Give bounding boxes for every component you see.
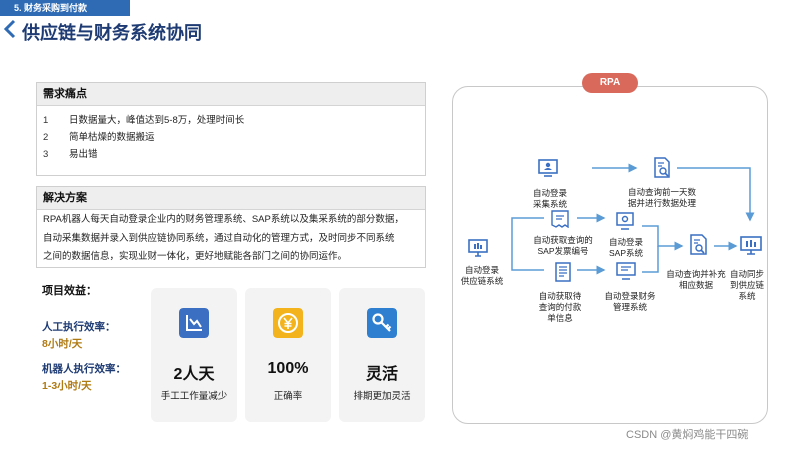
node-label-line: 管理系统	[612, 302, 647, 312]
node-label-line: 自动登录	[464, 265, 499, 275]
benefit-desc: 排期更加灵活	[353, 391, 411, 402]
chevron-left-icon	[3, 19, 16, 39]
node-login-sap: 自动登录 SAP系统	[598, 237, 654, 259]
list-item: 3 易出错	[43, 146, 419, 163]
monitor-icon	[740, 236, 762, 255]
node-label-line: 到供应链	[729, 280, 764, 290]
node-get-sap-invoice: 自动获取查询的 SAP发票编号	[526, 235, 600, 257]
node-login-finance: 自动登录财务 管理系统	[598, 291, 662, 313]
node-label-line: 相应数据	[678, 280, 713, 290]
node-login-collect: 自动登录 采集系统	[520, 188, 580, 210]
yen-coin-icon	[273, 308, 303, 338]
gear-monitor-icon	[616, 212, 634, 230]
node-label-line: 系统	[738, 291, 756, 301]
node-label-line: 自动登录	[532, 188, 567, 198]
node-query-prev-day: 自动查询前一天数 据并进行数据处理	[620, 187, 704, 209]
item-text: 易出错	[69, 149, 98, 160]
invoice-icon	[551, 210, 569, 228]
benefit-card: 100% 正确率	[245, 288, 331, 422]
item-text: 日数据量大，峰值达到5-8万，处理时间长	[69, 115, 245, 126]
node-label-line: 采集系统	[532, 199, 567, 209]
node-label-line: 自动登录财务	[604, 291, 656, 301]
node-query-supplement: 自动查询并补充 相应数据	[660, 269, 732, 291]
benefit-desc: 正确率	[273, 391, 303, 402]
chart-down-icon	[179, 308, 209, 338]
pain-points-list: 1 日数据量大，峰值达到5-8万，处理时间长 2 简单枯燥的数据搬运 3 易出错	[37, 106, 425, 163]
node-label-line: 据并进行数据处理	[627, 198, 696, 208]
pain-points-heading: 需求痛点	[37, 83, 425, 106]
solution-line: 自动采集数据并录入到供应链协同系统，通过自动化的管理方式，及时同步不同系统	[43, 232, 395, 244]
solution-body: RPA机器人每天自动登录企业内的财务管理系统、SAP系统以及集采系统的部分数据，…	[37, 210, 425, 267]
node-label-line: 查询的付款	[538, 302, 582, 312]
node-label-line: 自动获取查询的	[533, 235, 593, 245]
node-label-line: 自动获取待	[538, 291, 582, 301]
node-label-line: 自动查询前一天数	[627, 187, 696, 197]
benefit-value: 2人天	[173, 366, 215, 383]
solution-panel: 解决方案 RPA机器人每天自动登录企业内的财务管理系统、SAP系统以及集采系统的…	[36, 186, 426, 268]
manual-efficiency-label: 人工执行效率：	[42, 321, 116, 333]
finance-monitor-icon	[616, 262, 636, 280]
key-icon	[367, 308, 397, 338]
benefit-card: 灵活 排期更加灵活	[339, 288, 425, 422]
benefit-value: 灵活	[365, 366, 398, 383]
document-search-icon	[690, 234, 707, 255]
node-label-line: SAP系统	[608, 248, 643, 258]
node-label-line: SAP发票编号	[537, 246, 589, 256]
item-number: 2	[43, 132, 49, 143]
node-label-line: 供应链系统	[460, 276, 504, 286]
node-get-pending-payment: 自动获取待 查询的付款 单信息	[530, 291, 590, 324]
benefit-card: 2人天 手工工作量减少	[151, 288, 237, 422]
item-text: 简单枯燥的数据搬运	[69, 132, 155, 143]
section-tab: 5. 财务采购到付款	[0, 0, 130, 16]
node-label-line: 单信息	[547, 313, 573, 323]
document-list-icon	[555, 262, 571, 282]
user-monitor-icon	[538, 159, 558, 177]
solution-line: RPA机器人每天自动登录企业内的财务管理系统、SAP系统以及集采系统的部分数据，	[43, 214, 404, 225]
benefit-desc: 手工工作量减少	[160, 391, 228, 402]
page-title: 供应链与财务系统协同	[22, 23, 202, 43]
robot-efficiency-value: 1-3小时/天	[42, 380, 92, 392]
node-sync-supply: 自动同步 到供应链 系统	[726, 269, 768, 302]
robot-efficiency-label: 机器人执行效率：	[42, 363, 126, 375]
list-item: 1 日数据量大，峰值达到5-8万，处理时间长	[43, 112, 419, 129]
item-number: 3	[43, 149, 49, 160]
node-label-line: 自动同步	[729, 269, 764, 279]
document-search-icon	[654, 157, 670, 178]
benefit-value: 100%	[267, 360, 309, 377]
node-label-line: 自动登录	[608, 237, 643, 247]
monitor-icon	[468, 239, 488, 257]
node-label-line: 自动查询并补充	[666, 269, 726, 279]
solution-line: 之间的数据信息，实现业财一体化，更好地赋能各部门之间的协同运作。	[43, 251, 348, 262]
pain-points-panel: 需求痛点 1 日数据量大，峰值达到5-8万，处理时间长 2 简单枯燥的数据搬运 3 易…	[36, 82, 426, 176]
node-login-supply: 自动登录 供应链系统	[452, 265, 512, 287]
benefits-title: 项目效益：	[42, 285, 97, 297]
watermark: CSDN @黄焖鸡能干四碗	[626, 429, 749, 441]
solution-heading: 解决方案	[37, 187, 425, 210]
list-item: 2 简单枯燥的数据搬运	[43, 129, 419, 146]
item-number: 1	[43, 115, 49, 126]
manual-efficiency-value: 8小时/天	[42, 338, 83, 350]
